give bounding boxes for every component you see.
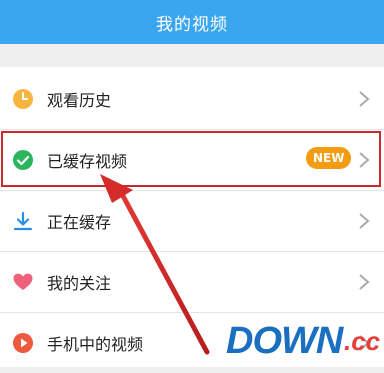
menu-item-label: 手机中的视频: [47, 335, 144, 354]
watermark-logo: DOWN .cc: [226, 318, 380, 364]
menu-item-label: 正在缓存: [47, 213, 112, 232]
page-title: 我的视频: [156, 14, 228, 35]
page-header: 我的视频: [0, 0, 384, 44]
chevron-right-icon: [359, 213, 370, 229]
new-badge: NEW: [306, 147, 352, 169]
menu-item-label: 已缓存视频: [47, 152, 128, 171]
menu-item-label: 观看历史: [47, 91, 112, 110]
menu-item-downloading[interactable]: 正在缓存: [0, 191, 384, 251]
download-icon: [13, 211, 33, 231]
play-circle-icon: [13, 333, 33, 353]
chevron-right-icon: [359, 91, 370, 107]
menu-item-history[interactable]: 观看历史: [0, 69, 384, 129]
menu-item-label: 我的关注: [47, 274, 112, 293]
check-circle-icon: [13, 150, 33, 170]
chevron-right-icon: [359, 274, 370, 290]
watermark-text: DOWN: [226, 320, 343, 362]
heart-icon: [13, 273, 33, 290]
clock-icon: [13, 89, 33, 109]
chevron-right-icon: [359, 152, 370, 168]
watermark-suffix: .cc: [344, 326, 381, 356]
menu-item-following[interactable]: 我的关注: [0, 252, 384, 312]
menu-item-cached-videos[interactable]: 已缓存视频 NEW: [0, 130, 384, 190]
